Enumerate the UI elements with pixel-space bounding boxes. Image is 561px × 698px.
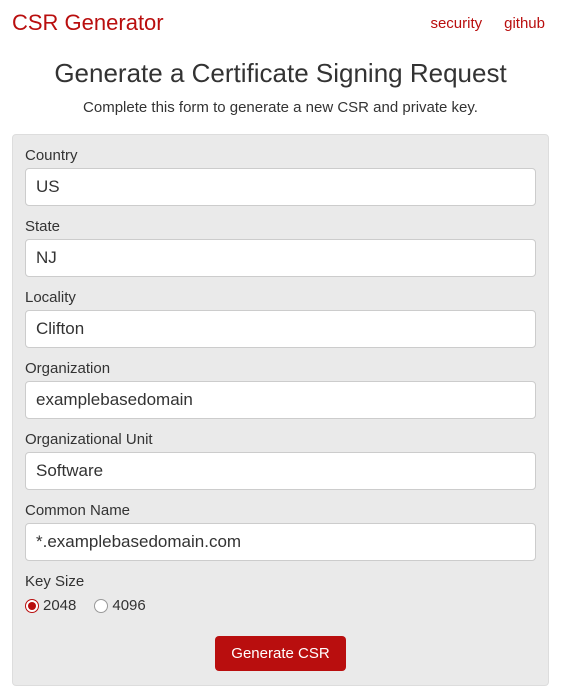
field-country: Country (25, 143, 536, 206)
main: Generate a Certificate Signing Request C… (0, 44, 561, 698)
page-title: Generate a Certificate Signing Request (12, 58, 549, 89)
radio-circle-icon (25, 599, 39, 613)
radio-dot-icon (28, 602, 36, 610)
submit-row: Generate CSR (25, 632, 536, 671)
input-country[interactable] (25, 168, 536, 206)
radio-4096-label: 4096 (112, 597, 145, 614)
input-organizational-unit[interactable] (25, 452, 536, 490)
radio-2048[interactable]: 2048 (25, 597, 76, 614)
input-locality[interactable] (25, 310, 536, 348)
nav-link-security[interactable]: security (430, 15, 482, 32)
header: CSR Generator security github (0, 0, 561, 44)
radio-4096[interactable]: 4096 (94, 597, 145, 614)
nav-links: security github (430, 15, 545, 32)
radio-2048-label: 2048 (43, 597, 76, 614)
field-key-size: Key Size 2048 4096 (25, 569, 536, 624)
field-organization: Organization (25, 356, 536, 419)
label-organizational-unit: Organizational Unit (25, 427, 536, 448)
input-state[interactable] (25, 239, 536, 277)
input-common-name[interactable] (25, 523, 536, 561)
field-state: State (25, 214, 536, 277)
label-organization: Organization (25, 356, 536, 377)
label-state: State (25, 214, 536, 235)
radio-circle-icon (94, 599, 108, 613)
brand-title: CSR Generator (12, 10, 164, 36)
field-organizational-unit: Organizational Unit (25, 427, 536, 490)
page-subtitle: Complete this form to generate a new CSR… (12, 99, 549, 116)
key-size-radio-group: 2048 4096 (25, 594, 536, 624)
input-organization[interactable] (25, 381, 536, 419)
label-key-size: Key Size (25, 569, 536, 590)
field-common-name: Common Name (25, 498, 536, 561)
label-country: Country (25, 143, 536, 164)
form-card: Country State Locality Organization Orga… (12, 134, 549, 686)
nav-link-github[interactable]: github (504, 15, 545, 32)
label-locality: Locality (25, 285, 536, 306)
field-locality: Locality (25, 285, 536, 348)
generate-csr-button[interactable]: Generate CSR (215, 636, 345, 671)
label-common-name: Common Name (25, 498, 536, 519)
